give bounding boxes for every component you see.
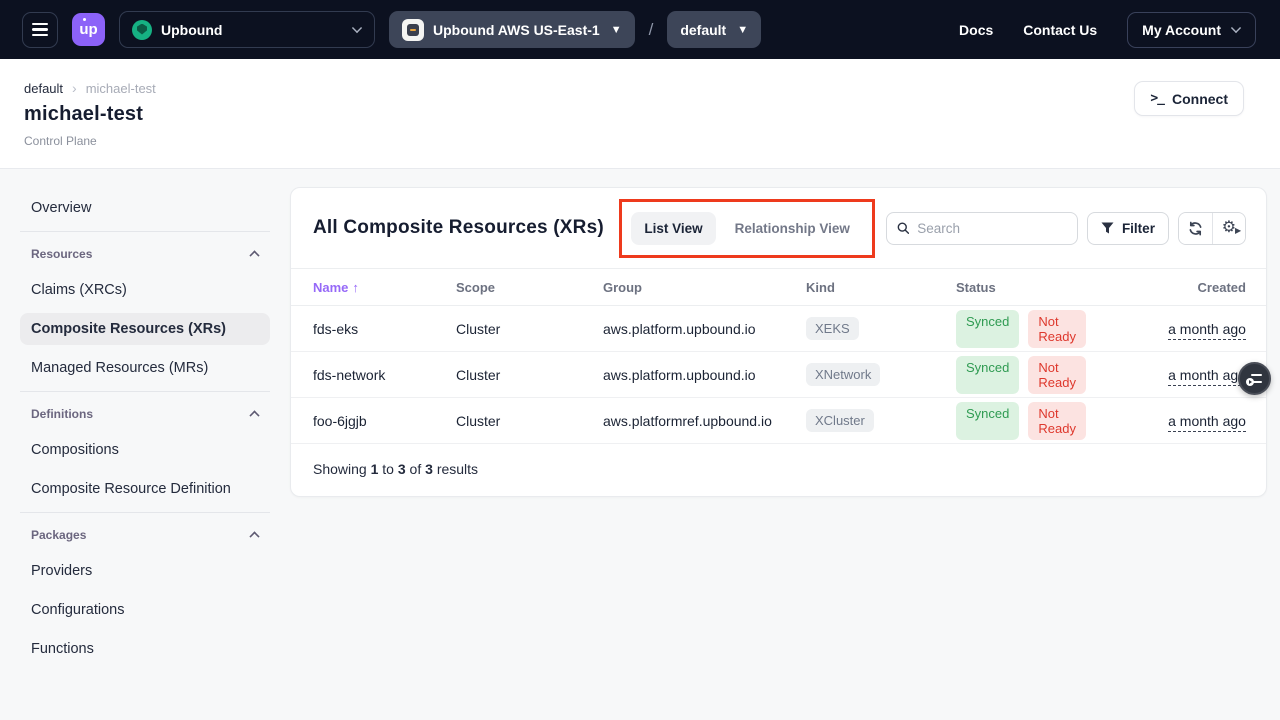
sidebar-section-resources[interactable]: Resources — [20, 243, 270, 265]
sidebar-item-functions[interactable]: Functions — [20, 633, 270, 665]
cell-scope: Cluster — [456, 321, 603, 337]
sidebar-item-compositions[interactable]: Compositions — [20, 434, 270, 466]
table-row[interactable]: fds-network Cluster aws.platform.upbound… — [291, 352, 1266, 398]
path-separator: / — [649, 20, 654, 40]
breadcrumb-chevron-icon: › — [72, 80, 77, 96]
chevron-down-icon: ▼ — [737, 24, 748, 36]
control-plane-name: Upbound AWS US-East-1 — [433, 22, 600, 38]
chevron-up-icon — [249, 250, 259, 260]
sidebar-item-configurations[interactable]: Configurations — [20, 594, 270, 626]
created-timestamp[interactable]: a month ago — [1168, 367, 1246, 386]
panel-title: All Composite Resources (XRs) — [313, 217, 619, 239]
column-header-name[interactable]: Name ↑ — [313, 280, 456, 295]
status-badge-not-ready: Not Ready — [1028, 310, 1086, 348]
chevron-up-icon — [249, 531, 259, 541]
page-title: michael-test — [24, 103, 1244, 126]
top-navigation-bar: up Upbound Upbound AWS US-East-1 ▼ / def… — [0, 0, 1280, 59]
search-icon — [897, 221, 909, 235]
table-row[interactable]: fds-eks Cluster aws.platform.upbound.io … — [291, 306, 1266, 352]
list-view-tab[interactable]: List View — [631, 212, 715, 245]
cell-name[interactable]: fds-eks — [313, 321, 456, 337]
resources-table: Name ↑ Scope Group Kind Status Created f… — [291, 268, 1266, 444]
status-badge-synced: Synced — [956, 402, 1019, 440]
refresh-icon — [1188, 221, 1203, 236]
cell-group: aws.platform.upbound.io — [603, 367, 806, 383]
upbound-logo[interactable]: up — [72, 13, 105, 46]
filter-button[interactable]: Filter — [1087, 212, 1169, 245]
search-input[interactable] — [917, 221, 1067, 236]
contact-us-link[interactable]: Contact Us — [1023, 22, 1097, 38]
namespace-selector[interactable]: default ▼ — [667, 11, 761, 48]
sidebar-item-managed-resources[interactable]: Managed Resources (MRs) — [20, 352, 270, 384]
auto-refresh-settings-button[interactable]: ⚙▶ — [1212, 213, 1245, 244]
annotation-highlight-box: List View Relationship View — [619, 199, 875, 258]
page-header: default › michael-test michael-test Cont… — [0, 59, 1280, 169]
menu-icon[interactable] — [22, 12, 58, 48]
column-header-status[interactable]: Status — [956, 280, 1086, 295]
sidebar-item-overview[interactable]: Overview — [20, 192, 270, 224]
status-badge-not-ready: Not Ready — [1028, 356, 1086, 394]
chevron-down-icon — [1231, 22, 1241, 32]
page-subtitle: Control Plane — [24, 134, 1244, 148]
column-header-created[interactable]: Created — [1086, 280, 1246, 295]
column-header-scope[interactable]: Scope — [456, 280, 603, 295]
feedback-widget-button[interactable] — [1238, 362, 1271, 395]
results-summary: Showing 1 to 3 of 3 results — [291, 444, 1266, 496]
organization-icon — [132, 20, 152, 40]
cell-group: aws.platformref.upbound.io — [603, 413, 806, 429]
created-timestamp[interactable]: a month ago — [1168, 321, 1246, 340]
cell-name[interactable]: foo-6jgjb — [313, 413, 456, 429]
sidebar-item-composite-resources[interactable]: Composite Resources (XRs) — [20, 313, 270, 345]
breadcrumb-default[interactable]: default — [24, 81, 63, 96]
sidebar-section-packages[interactable]: Packages — [20, 524, 270, 546]
chevron-down-icon: ▼ — [611, 24, 622, 36]
divider — [20, 391, 270, 392]
composite-resources-panel: All Composite Resources (XRs) List View … — [290, 187, 1267, 497]
kind-badge: XCluster — [806, 409, 874, 432]
status-badge-synced: Synced — [956, 310, 1019, 348]
cell-group: aws.platform.upbound.io — [603, 321, 806, 337]
table-header-row: Name ↑ Scope Group Kind Status Created — [291, 268, 1266, 306]
created-timestamp[interactable]: a month ago — [1168, 413, 1246, 432]
cell-name[interactable]: fds-network — [313, 367, 456, 383]
connect-button[interactable]: >_ Connect — [1134, 81, 1244, 116]
column-header-group[interactable]: Group — [603, 280, 806, 295]
relationship-view-tab[interactable]: Relationship View — [722, 212, 863, 245]
widget-lines-icon — [1251, 374, 1262, 376]
column-header-kind[interactable]: Kind — [806, 280, 956, 295]
table-actions: ⚙▶ — [1178, 212, 1246, 245]
divider — [20, 231, 270, 232]
organization-selector[interactable]: Upbound — [119, 11, 375, 48]
control-plane-selector[interactable]: Upbound AWS US-East-1 ▼ — [389, 11, 635, 48]
breadcrumb-michael-test: michael-test — [86, 81, 156, 96]
terminal-icon: >_ — [1150, 91, 1164, 106]
my-account-menu[interactable]: My Account — [1127, 12, 1256, 48]
gear-play-icon: ⚙▶ — [1222, 220, 1236, 236]
kind-badge: XNetwork — [806, 363, 880, 386]
namespace-name: default — [680, 22, 726, 38]
organization-name: Upbound — [161, 22, 222, 38]
sidebar-item-claims[interactable]: Claims (XRCs) — [20, 274, 270, 306]
divider — [20, 512, 270, 513]
sidebar-section-definitions[interactable]: Definitions — [20, 403, 270, 425]
status-badge-not-ready: Not Ready — [1028, 402, 1086, 440]
filter-icon — [1101, 222, 1114, 234]
sort-ascending-icon: ↑ — [352, 280, 359, 295]
status-badge-synced: Synced — [956, 356, 1019, 394]
kind-badge: XEKS — [806, 317, 859, 340]
sidebar-item-providers[interactable]: Providers — [20, 555, 270, 587]
cell-scope: Cluster — [456, 413, 603, 429]
sidebar-item-composite-resource-definition[interactable]: Composite Resource Definition — [20, 473, 270, 505]
control-plane-icon — [402, 19, 424, 41]
sidebar: Overview Resources Claims (XRCs) Composi… — [20, 187, 270, 672]
chevron-down-icon — [352, 22, 362, 32]
breadcrumb: default › michael-test — [24, 81, 1244, 96]
docs-link[interactable]: Docs — [959, 22, 993, 38]
cell-scope: Cluster — [456, 367, 603, 383]
refresh-button[interactable] — [1179, 213, 1212, 244]
table-row[interactable]: foo-6jgjb Cluster aws.platformref.upboun… — [291, 398, 1266, 444]
search-input-wrapper — [886, 212, 1078, 245]
chevron-up-icon — [249, 410, 259, 420]
